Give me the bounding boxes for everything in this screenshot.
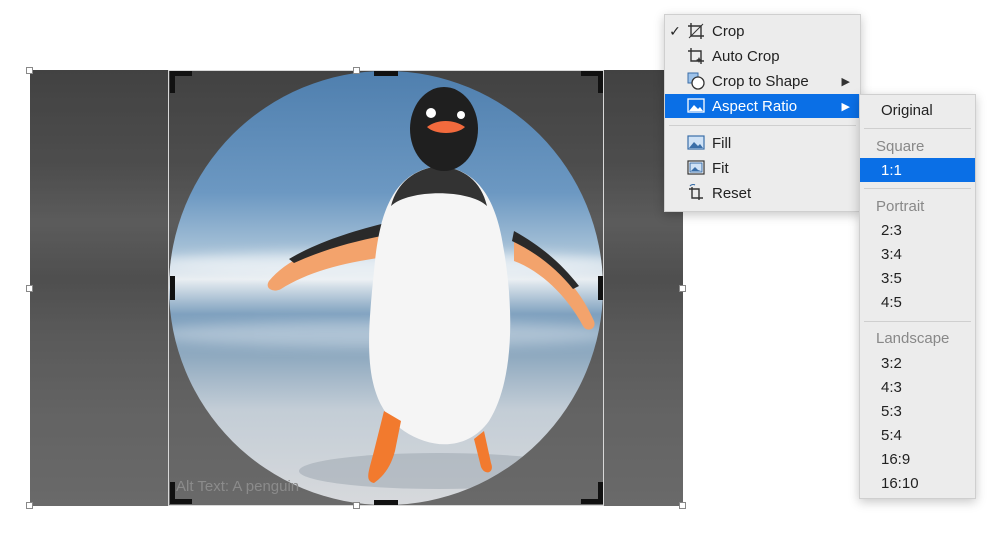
menu-separator [669, 125, 856, 126]
crop-handle-top[interactable] [374, 71, 398, 76]
submenu-item-3-5[interactable]: 3:5 [860, 266, 975, 290]
resize-handle-left[interactable] [26, 285, 33, 292]
submenu-item-label: Original [881, 101, 933, 119]
checkmark-icon: ✓ [669, 22, 681, 39]
menu-item-label: Auto Crop [712, 47, 780, 65]
menu-item-label: Fit [712, 159, 729, 177]
submenu-arrow-icon: ▶ [841, 100, 850, 113]
reset-icon [685, 184, 707, 202]
resize-handle-bottom[interactable] [353, 502, 360, 509]
crop-handle-left[interactable] [170, 276, 175, 300]
submenu-item-1-1[interactable]: 1:1 [860, 158, 975, 182]
submenu-item-4-3[interactable]: 4:3 [860, 375, 975, 399]
resize-handle-bottom-right[interactable] [679, 502, 686, 509]
auto-crop-icon [685, 47, 707, 65]
submenu-item-label: 3:2 [881, 354, 902, 372]
menu-item-label: Aspect Ratio [712, 97, 798, 115]
submenu-item-4-5[interactable]: 4:5 [860, 290, 975, 314]
section-header-square: Square [876, 138, 925, 155]
submenu-item-3-2[interactable]: 3:2 [860, 351, 975, 375]
submenu-item-label: 16:9 [881, 450, 911, 468]
crop-handle-bottom-right[interactable] [581, 482, 603, 504]
crop-menu: ✓ Crop Auto Crop Crop to Shape ▶ Aspect … [664, 14, 861, 212]
crop-handle-bottom-left[interactable] [170, 482, 192, 504]
fit-icon [685, 159, 707, 177]
menu-item-auto-crop[interactable]: Auto Crop [665, 44, 860, 68]
resize-handle-top[interactable] [353, 67, 360, 74]
menu-item-aspect-ratio[interactable]: Aspect Ratio ▶ [665, 94, 860, 118]
submenu-item-label: 5:3 [881, 402, 902, 420]
submenu-item-2-3[interactable]: 2:3 [860, 218, 975, 242]
submenu-item-16-9[interactable]: 16:9 [860, 447, 975, 471]
menu-item-crop[interactable]: ✓ Crop [665, 19, 860, 43]
menu-item-fill[interactable]: Fill [665, 131, 860, 155]
menu-separator [864, 321, 971, 322]
section-header-portrait: Portrait [876, 198, 925, 215]
menu-item-label: Reset [712, 184, 752, 202]
submenu-item-label: 4:5 [881, 293, 902, 311]
aspect-ratio-icon [685, 97, 707, 115]
submenu-item-label: 4:3 [881, 378, 902, 396]
crop-to-shape-icon [685, 72, 707, 90]
submenu-arrow-icon: ▶ [841, 75, 850, 88]
menu-item-reset[interactable]: Reset [665, 181, 860, 205]
menu-item-label: Crop to Shape [712, 72, 809, 90]
section-header-landscape: Landscape [876, 330, 950, 347]
crop-icon [685, 22, 707, 40]
crop-handle-top-left[interactable] [170, 71, 192, 93]
submenu-item-label: 5:4 [881, 426, 902, 444]
submenu-item-label: 2:3 [881, 221, 902, 239]
menu-separator [864, 128, 971, 129]
aspect-ratio-submenu: Original Square 1:1 Portrait 2:3 3:4 3:5… [859, 94, 976, 499]
submenu-item-5-3[interactable]: 5:3 [860, 399, 975, 423]
resize-handle-top-left[interactable] [26, 67, 33, 74]
crop-handle-right[interactable] [598, 276, 603, 300]
crop-handle-top-right[interactable] [581, 71, 603, 93]
submenu-item-label: 16:10 [881, 474, 919, 492]
crop-handle-bottom[interactable] [374, 500, 398, 505]
menu-item-label: Fill [712, 134, 732, 152]
submenu-item-3-4[interactable]: 3:4 [860, 242, 975, 266]
submenu-item-5-4[interactable]: 5:4 [860, 423, 975, 447]
resize-handle-right[interactable] [679, 285, 686, 292]
submenu-item-label: 3:5 [881, 269, 902, 287]
submenu-item-original[interactable]: Original [860, 98, 975, 122]
menu-item-fit[interactable]: Fit [665, 156, 860, 180]
submenu-item-16-10[interactable]: 16:10 [860, 471, 975, 495]
submenu-item-label: 3:4 [881, 245, 902, 263]
submenu-item-label: 1:1 [881, 161, 902, 179]
fill-icon [685, 134, 707, 152]
menu-item-crop-to-shape[interactable]: Crop to Shape ▶ [665, 69, 860, 93]
resize-handle-bottom-left[interactable] [26, 502, 33, 509]
menu-separator [864, 188, 971, 189]
alt-text-label: Alt Text: A penguin [176, 478, 300, 495]
menu-item-label: Crop [712, 22, 745, 40]
crop-frame[interactable] [168, 70, 604, 506]
